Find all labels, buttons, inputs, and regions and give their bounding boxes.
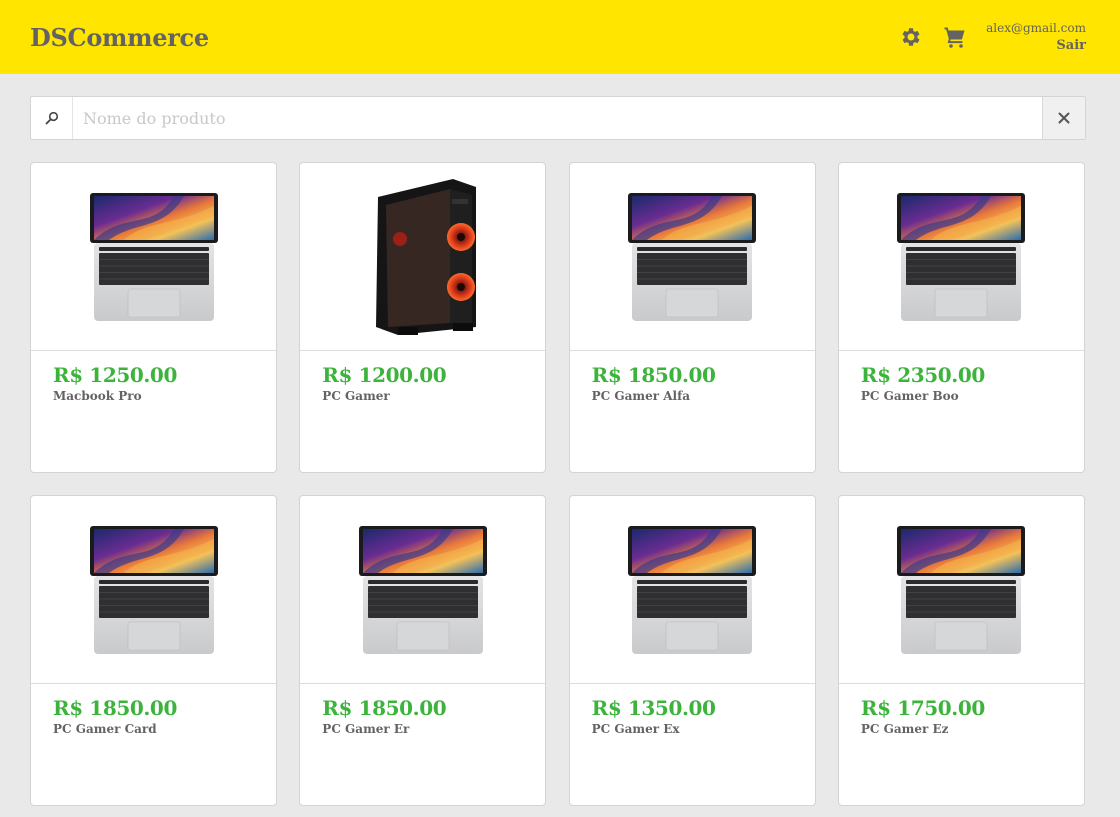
product-card[interactable]: R$ 1850.00 PC Gamer Alfa — [568, 162, 816, 473]
product-name: PC Gamer Ex — [591, 722, 680, 736]
product-price: R$ 1850.00 — [591, 363, 716, 387]
product-image — [838, 163, 1084, 351]
product-price: R$ 1250.00 — [53, 363, 177, 387]
product-info: R$ 2350.00 PC Gamer Boo — [839, 351, 1084, 415]
product-info: R$ 1850.00 PC Gamer Er — [300, 684, 545, 748]
brand-logo[interactable]: DSCommerce — [30, 23, 209, 52]
product-card[interactable]: R$ 1200.00 PC Gamer — [299, 162, 547, 473]
product-info: R$ 1350.00 PC Gamer Ex — [570, 684, 815, 748]
product-price: R$ 2350.00 — [860, 363, 985, 387]
product-name: PC Gamer Er — [322, 722, 410, 736]
product-info: R$ 1250.00 Macbook Pro — [31, 351, 276, 415]
top-navbar: DSCommerce alex@gmail.com Sair — [0, 0, 1120, 74]
header-actions: alex@gmail.com Sair — [898, 20, 1086, 54]
clear-search-button[interactable] — [1042, 97, 1085, 139]
catalog-page: R$ 1250.00 Macbook Pro R$ 1200.00 PC Gamer… — [0, 74, 1120, 806]
product-price: R$ 1200.00 — [322, 363, 447, 387]
product-card[interactable]: R$ 1850.00 PC Gamer Card — [30, 495, 277, 806]
product-name: PC Gamer Boo — [860, 389, 959, 403]
product-image — [569, 163, 815, 351]
product-name: PC Gamer Ez — [860, 722, 949, 736]
user-email: alex@gmail.com — [986, 21, 1086, 35]
product-image — [31, 496, 276, 684]
logout-link[interactable]: Sair — [986, 37, 1086, 54]
product-image — [300, 163, 546, 351]
laptop-image — [628, 525, 757, 654]
product-info: R$ 1850.00 PC Gamer Alfa — [570, 351, 815, 415]
pc-case-image — [375, 178, 476, 335]
product-price: R$ 1750.00 — [860, 696, 985, 720]
search-button[interactable] — [31, 97, 73, 139]
product-info: R$ 1850.00 PC Gamer Card — [31, 684, 276, 748]
laptop-image — [89, 525, 218, 654]
product-image — [838, 496, 1084, 684]
laptop-image — [897, 525, 1026, 654]
close-icon — [1058, 112, 1070, 124]
product-name: Macbook Pro — [53, 389, 142, 403]
product-card[interactable]: R$ 2350.00 PC Gamer Boo — [837, 162, 1085, 473]
laptop-image — [358, 525, 487, 654]
product-image — [569, 496, 815, 684]
user-info: alex@gmail.com Sair — [986, 20, 1086, 54]
product-name: PC Gamer Card — [53, 722, 157, 736]
product-name: PC Gamer — [322, 389, 390, 403]
product-card[interactable]: R$ 1850.00 PC Gamer Er — [299, 495, 547, 806]
search-bar — [30, 96, 1086, 140]
product-info: R$ 1200.00 PC Gamer — [300, 351, 545, 415]
product-image — [300, 496, 546, 684]
product-price: R$ 1350.00 — [591, 696, 716, 720]
product-card[interactable]: R$ 1350.00 PC Gamer Ex — [568, 495, 816, 806]
product-image — [31, 163, 276, 351]
product-card[interactable]: R$ 1750.00 PC Gamer Ez — [837, 495, 1085, 806]
product-card[interactable]: R$ 1250.00 Macbook Pro — [30, 162, 277, 473]
product-price: R$ 1850.00 — [322, 696, 447, 720]
product-info: R$ 1750.00 PC Gamer Ez — [839, 684, 1084, 748]
laptop-image — [897, 192, 1026, 321]
product-grid: R$ 1250.00 Macbook Pro R$ 1200.00 PC Gamer… — [30, 162, 1086, 806]
admin-gear-icon[interactable] — [898, 24, 924, 50]
laptop-image — [628, 192, 757, 321]
product-price: R$ 1850.00 — [53, 696, 177, 720]
product-name: PC Gamer Alfa — [591, 389, 691, 403]
search-input[interactable] — [73, 97, 1042, 139]
search-icon — [45, 111, 58, 125]
laptop-image — [89, 192, 218, 321]
shopping-cart-icon[interactable] — [942, 24, 968, 50]
